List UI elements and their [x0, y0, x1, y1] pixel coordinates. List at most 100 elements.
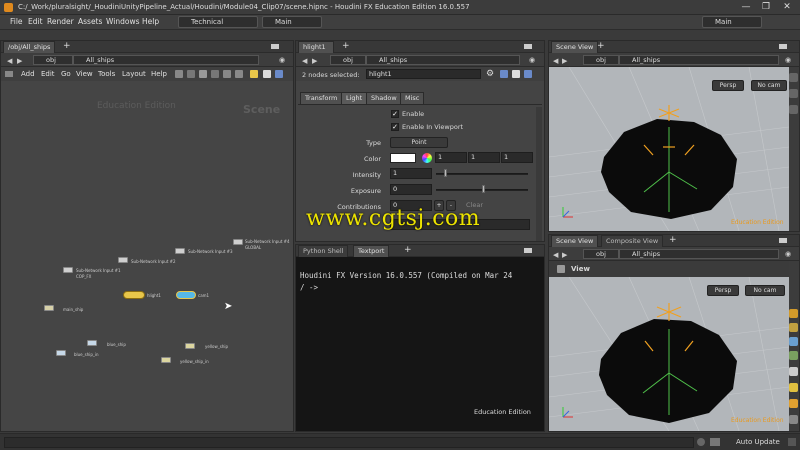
shading-icon[interactable] — [789, 105, 798, 114]
scale-tool-icon[interactable] — [789, 351, 798, 360]
main-ship-node[interactable] — [44, 305, 54, 311]
tab-network[interactable]: /obj/All_ships — [3, 41, 56, 53]
back-icon[interactable]: ◀ — [553, 57, 558, 65]
select-tool-icon[interactable] — [789, 309, 798, 318]
pin-icon[interactable]: ◉ — [529, 56, 535, 64]
camera-dropdown[interactable]: No cam — [751, 80, 787, 91]
light-tool-icon[interactable] — [789, 383, 798, 392]
display-options-icon[interactable] — [789, 73, 798, 82]
pose-tool-icon[interactable] — [789, 415, 798, 424]
snap-tool-icon[interactable] — [789, 399, 798, 408]
pane-menu-icon[interactable] — [524, 248, 532, 253]
add-tab-icon[interactable]: + — [342, 41, 350, 52]
menu-assets[interactable]: Assets — [78, 17, 102, 26]
menu-edit[interactable]: Edit — [28, 17, 43, 26]
intensity-slider[interactable] — [436, 173, 528, 175]
net-menu-layout[interactable]: Layout — [122, 70, 146, 78]
info-icon[interactable] — [512, 70, 520, 78]
gear-icon[interactable]: ⚙ — [486, 69, 494, 79]
auto-update-dropdown[interactable]: Auto Update — [736, 438, 780, 446]
cam1-node[interactable] — [176, 291, 196, 299]
add-tab-icon[interactable]: + — [597, 41, 605, 52]
forward-icon[interactable]: ▶ — [562, 57, 567, 65]
blue-ship-node[interactable] — [87, 340, 97, 346]
tab-composite-view[interactable]: Composite View — [601, 235, 664, 247]
back-icon[interactable]: ◀ — [553, 251, 558, 259]
yellow-ship-node[interactable] — [185, 343, 195, 349]
pin-icon[interactable]: ◉ — [279, 56, 285, 64]
net-menu-edit[interactable]: Edit — [41, 70, 55, 78]
rotate-tool-icon[interactable] — [789, 337, 798, 346]
net-menu-go[interactable]: Go — [61, 70, 71, 78]
path-node[interactable]: All_ships — [73, 55, 259, 65]
tab-scene-view[interactable]: Scene View — [551, 235, 599, 247]
desktop-select-2[interactable]: Main — [262, 16, 322, 28]
move-tool-icon[interactable] — [789, 323, 798, 332]
desktop-select-right[interactable]: Main — [702, 16, 762, 28]
color-wheel-icon[interactable] — [422, 153, 432, 163]
handle-tool-icon[interactable] — [789, 367, 798, 376]
tab-shadow[interactable]: Shadow — [366, 92, 402, 104]
color-b-field[interactable]: 1 — [501, 152, 533, 163]
pane-menu-icon[interactable] — [271, 44, 279, 49]
path-root[interactable]: obj — [33, 55, 73, 65]
net-menu-add[interactable]: Add — [21, 70, 35, 78]
path-root[interactable]: obj — [583, 55, 619, 65]
flag-icon[interactable] — [235, 70, 243, 78]
view-tool-icon[interactable] — [557, 265, 565, 273]
add-tab-icon[interactable]: + — [669, 235, 677, 246]
enable-checkbox[interactable]: ✓ — [391, 110, 399, 118]
minimize-icon[interactable]: — — [736, 1, 756, 14]
exposure-field[interactable]: 0 — [390, 184, 432, 195]
add-tab-icon[interactable]: + — [63, 41, 71, 52]
tab-light[interactable]: Light — [341, 92, 368, 104]
update-mode-icon[interactable] — [788, 438, 796, 446]
path-node[interactable]: All_ships — [619, 249, 779, 259]
pane-menu-icon[interactable] — [779, 238, 787, 243]
record-icon[interactable] — [697, 438, 705, 446]
yellow-ship-in-node[interactable] — [161, 357, 171, 363]
info-icon[interactable] — [263, 70, 271, 78]
menu-windows[interactable]: Windows — [106, 17, 139, 26]
intensity-field[interactable]: 1 — [390, 168, 432, 179]
tab-scene-view[interactable]: Scene View — [551, 41, 599, 53]
param-scrollbar[interactable] — [536, 107, 542, 241]
exposure-slider-handle[interactable] — [482, 185, 485, 193]
tree-view-icon[interactable] — [5, 71, 13, 77]
sticky-note-icon[interactable] — [250, 70, 258, 78]
color-r-field[interactable]: 1 — [435, 152, 467, 163]
subnet-input-1-node[interactable] — [63, 267, 73, 273]
tab-textport[interactable]: Textport — [353, 245, 390, 257]
pin-icon[interactable]: ◉ — [785, 250, 791, 258]
persp-dropdown[interactable]: Persp — [707, 285, 739, 296]
subnet-input-2-node[interactable] — [118, 257, 128, 263]
pane-menu-icon[interactable] — [779, 44, 787, 49]
network-canvas[interactable]: Education Edition Scene Sub-Network Inpu… — [1, 81, 293, 431]
forward-icon[interactable]: ▶ — [562, 251, 567, 259]
hlight1-node[interactable] — [123, 291, 145, 299]
forward-icon[interactable]: ▶ — [312, 57, 317, 65]
back-icon[interactable]: ◀ — [302, 57, 307, 65]
tab-transform[interactable]: Transform — [300, 92, 343, 104]
question-icon[interactable] — [524, 70, 532, 78]
menu-help[interactable]: Help — [142, 17, 159, 26]
path-node[interactable]: All_ships — [366, 55, 520, 65]
persp-dropdown[interactable]: Persp — [712, 80, 744, 91]
snap-icon[interactable] — [223, 70, 231, 78]
path-root[interactable]: obj — [330, 55, 366, 65]
help-icon[interactable] — [500, 70, 508, 78]
performance-icon[interactable] — [710, 438, 720, 446]
tab-python-shell[interactable]: Python Shell — [298, 245, 349, 257]
add-tab-icon[interactable]: + — [404, 245, 412, 256]
color-g-field[interactable]: 1 — [468, 152, 500, 163]
viewport-top[interactable]: Persp No cam Education Edition — [549, 67, 789, 231]
grid-icon[interactable] — [175, 70, 183, 78]
node-name-field[interactable]: hlight1 — [366, 69, 481, 79]
menu-render[interactable]: Render — [47, 17, 74, 26]
back-icon[interactable]: ◀ — [7, 57, 12, 65]
enable-viewport-checkbox[interactable]: ✓ — [391, 123, 399, 131]
textport-console[interactable]: Houdini FX Version 16.0.557 (Compiled on… — [296, 257, 544, 431]
viewport-bottom[interactable]: Persp No cam Education Edition — [549, 277, 789, 431]
menu-file[interactable]: File — [10, 17, 23, 26]
net-menu-help[interactable]: Help — [151, 70, 167, 78]
